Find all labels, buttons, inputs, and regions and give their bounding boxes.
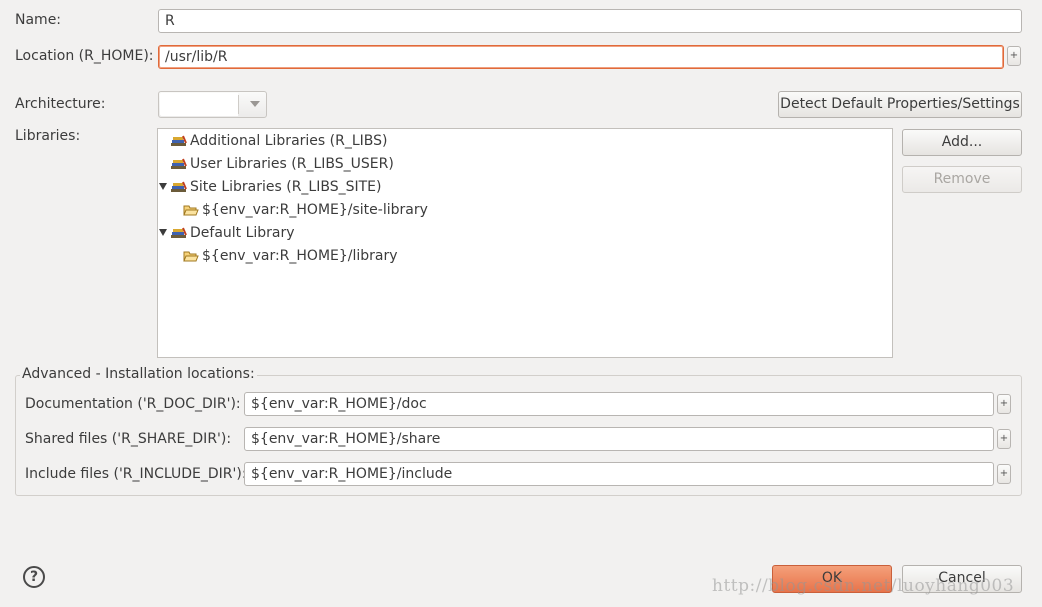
folder-open-icon xyxy=(183,251,199,262)
add-library-button[interactable]: Add... xyxy=(902,129,1022,156)
library-stack-icon xyxy=(171,227,187,238)
advanced-group-title: Advanced - Installation locations: xyxy=(20,366,257,382)
include-dir-input[interactable] xyxy=(244,462,994,486)
share-dir-input[interactable] xyxy=(244,427,994,451)
location-label: Location (R_HOME): xyxy=(15,48,154,64)
detect-settings-button[interactable]: Detect Default Properties/Settings xyxy=(778,91,1022,118)
name-input[interactable] xyxy=(158,9,1022,33)
combo-separator xyxy=(238,95,239,114)
tree-item-label: ${env_var:R_HOME}/library xyxy=(202,248,398,264)
tree-item-label: ${env_var:R_HOME}/site-library xyxy=(202,202,428,218)
doc-dir-label: Documentation ('R_DOC_DIR'): xyxy=(25,396,241,412)
architecture-value xyxy=(160,93,238,116)
remove-library-button[interactable]: Remove xyxy=(902,166,1022,193)
library-stack-icon xyxy=(171,135,187,146)
location-input[interactable] xyxy=(158,45,1004,69)
tree-item-label: Additional Libraries (R_LIBS) xyxy=(190,133,388,149)
expand-arrow-icon[interactable] xyxy=(159,183,167,190)
help-icon[interactable]: ? xyxy=(23,566,45,588)
doc-dir-input[interactable] xyxy=(244,392,994,416)
include-dir-variables-button[interactable]: + xyxy=(997,464,1011,484)
libraries-tree[interactable]: Additional Libraries (R_LIBS) User Libra… xyxy=(157,128,893,358)
doc-dir-variables-button[interactable]: + xyxy=(997,394,1011,414)
share-dir-variables-button[interactable]: + xyxy=(997,429,1011,449)
chevron-down-icon xyxy=(250,101,260,107)
expand-arrow-icon[interactable] xyxy=(159,229,167,236)
tree-item-label: Default Library xyxy=(190,225,295,241)
library-stack-icon xyxy=(171,158,187,169)
architecture-label: Architecture: xyxy=(15,96,106,112)
libraries-label: Libraries: xyxy=(15,128,81,144)
include-dir-label: Include files ('R_INCLUDE_DIR'): xyxy=(25,466,247,482)
location-variables-button[interactable]: + xyxy=(1007,46,1021,66)
share-dir-label: Shared files ('R_SHARE_DIR'): xyxy=(25,431,232,447)
folder-open-icon xyxy=(183,205,199,216)
name-label: Name: xyxy=(15,12,62,28)
tree-item-label: User Libraries (R_LIBS_USER) xyxy=(190,156,394,172)
tree-item-label: Site Libraries (R_LIBS_SITE) xyxy=(190,179,382,195)
library-stack-icon xyxy=(171,181,187,192)
architecture-combo[interactable] xyxy=(158,91,267,118)
watermark-text: http://blog.csdn.net/luoyhang003 xyxy=(712,576,1015,596)
